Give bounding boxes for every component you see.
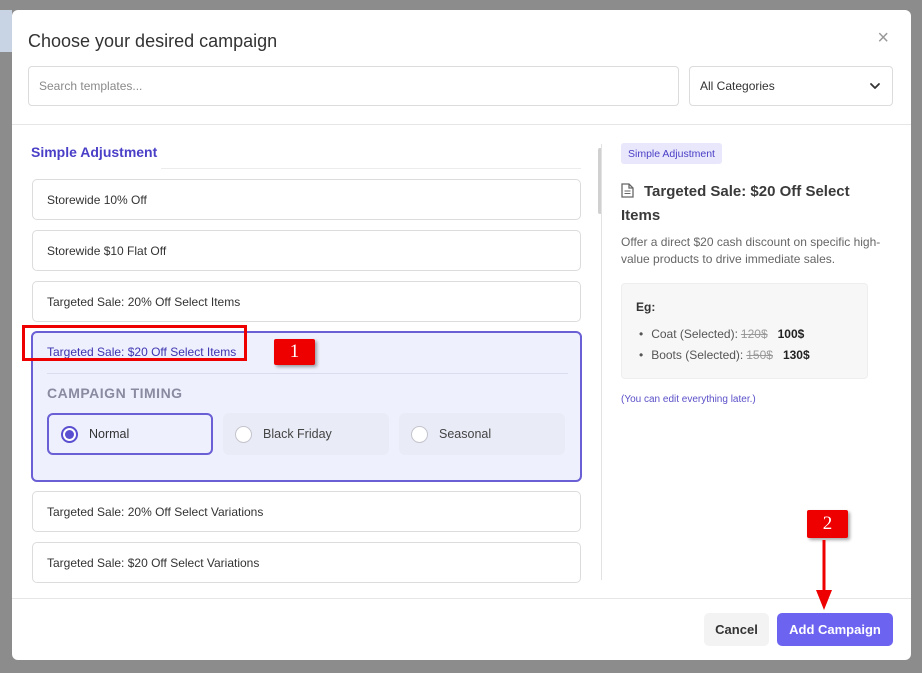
template-item-label: Targeted Sale: $20 Off Select Variations	[47, 555, 260, 570]
example-list: Coat (Selected): 120$ 100$ Boots (Select…	[639, 323, 810, 365]
radio-unselected-icon	[235, 425, 252, 443]
timing-option-black-friday[interactable]: Black Friday	[223, 413, 389, 455]
example-box: Eg: Coat (Selected): 120$ 100$ Boots (Se…	[621, 283, 868, 379]
example-item: Boots (Selected): 150$ 130$	[639, 344, 810, 365]
section-title: Simple Adjustment	[31, 144, 158, 160]
example-label: Eg:	[636, 300, 656, 314]
detail-description: Offer a direct $20 cash discount on spec…	[621, 235, 881, 266]
example-new-price: 130$	[782, 347, 810, 362]
radio-unselected-icon	[411, 425, 428, 443]
section-divider	[161, 168, 581, 169]
example-item: Coat (Selected): 120$ 100$	[639, 323, 810, 344]
edit-later-note: (You can edit everything later.)	[621, 394, 756, 405]
panel-divider	[601, 144, 602, 580]
highlight-box	[22, 325, 247, 361]
detail-title: Targeted Sale: $20 Off Select Items	[621, 180, 881, 228]
example-item-name: Boots (Selected):	[651, 347, 744, 362]
example-item-name: Coat (Selected):	[651, 326, 738, 341]
template-item-label: Targeted Sale: 20% Off Select Variations	[47, 504, 264, 519]
modal-title: Choose your desired campaign	[28, 31, 278, 51]
category-tag: Simple Adjustment	[621, 143, 722, 164]
selected-divider	[47, 373, 568, 374]
template-item-label: Targeted Sale: 20% Off Select Items	[47, 294, 241, 309]
template-item-label: Storewide 10% Off	[47, 192, 147, 207]
radio-selected-icon	[61, 425, 78, 443]
template-item-storewide-10-off[interactable]: Storewide 10% Off	[32, 179, 581, 220]
step-badge-1: 1	[274, 339, 315, 365]
example-old-price: 120$	[740, 326, 768, 341]
document-icon	[621, 183, 634, 198]
step-badge-2: 2	[807, 510, 848, 538]
close-icon[interactable]: ×	[877, 28, 889, 48]
example-old-price: 150$	[746, 347, 773, 362]
detail-title-text: Targeted Sale: $20 Off Select Items	[621, 183, 850, 224]
example-new-price: 100$	[777, 326, 805, 341]
template-item-20-off-select-items[interactable]: Targeted Sale: 20% Off Select Items	[32, 281, 581, 322]
chevron-down-icon	[870, 83, 880, 89]
category-select[interactable]: All Categories	[689, 66, 893, 106]
category-select-value: All Categories	[700, 79, 775, 93]
template-item-label: Storewide $10 Flat Off	[47, 243, 167, 258]
header-divider	[12, 124, 911, 125]
footer-divider	[12, 598, 911, 599]
timing-option-normal[interactable]: Normal	[47, 413, 213, 455]
background-page-strip	[0, 10, 12, 52]
timing-option-label: Black Friday	[263, 427, 332, 441]
template-item-20-off-select-variations[interactable]: Targeted Sale: 20% Off Select Variations	[32, 491, 581, 532]
search-templates-input[interactable]	[28, 66, 679, 106]
timing-option-label: Seasonal	[439, 427, 492, 441]
add-campaign-button[interactable]: Add Campaign	[777, 613, 893, 646]
timing-option-label: Normal	[89, 427, 130, 441]
template-item-storewide-10-flat-off[interactable]: Storewide $10 Flat Off	[32, 230, 581, 271]
arrow-down-icon	[816, 540, 832, 610]
template-item-20-dollar-off-select-variations[interactable]: Targeted Sale: $20 Off Select Variations	[32, 542, 581, 583]
timing-option-seasonal[interactable]: Seasonal	[399, 413, 565, 455]
campaign-timing-label: CAMPAIGN TIMING	[47, 385, 183, 401]
cancel-button[interactable]: Cancel	[704, 613, 769, 646]
